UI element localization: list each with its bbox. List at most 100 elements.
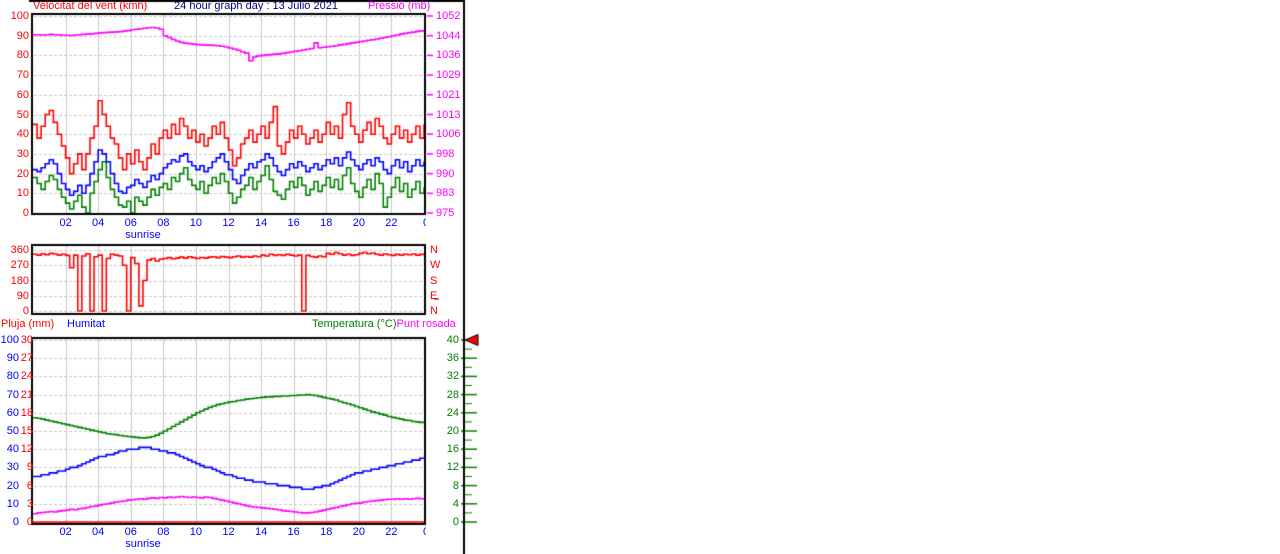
humidity-left-tick: 80 [6, 370, 19, 383]
humidity-left-tick: 0 [12, 516, 19, 528]
humidity-left-tick: 10 [6, 497, 19, 510]
compass-label: N [430, 305, 438, 317]
humidity-left-tick: 40 [6, 443, 19, 456]
humidity-left-tick: 50 [6, 425, 19, 437]
weather-24h-graph-window: Velocitat del vent (kmh) 24 hour graph d… [0, 0, 1280, 554]
rain-left-tick: 15 [20, 425, 33, 437]
direction-left-tick: 90 [16, 289, 29, 302]
sunrise-label: sunrise [125, 538, 161, 550]
clipped-hour-label: 0 [423, 217, 426, 229]
hour-tick-label: 10 [189, 526, 203, 538]
hour-tick-label: 16 [287, 217, 300, 229]
pressure-right-tick: 975 [436, 207, 455, 219]
humidity-left-tick: 60 [6, 406, 19, 419]
hour-tick-label: 04 [92, 526, 105, 538]
rain-left-tick: 18 [20, 406, 33, 419]
direction-left-tick: 270 [10, 259, 29, 272]
pressure-right-tick: 1006 [436, 128, 461, 141]
chart-title: 24 hour graph day : 13 Julio 2021 [174, 0, 338, 12]
pressure-right-tick: 990 [436, 167, 455, 180]
compass-label: S [430, 274, 438, 287]
wind-left-tick: 60 [16, 88, 29, 101]
hour-tick-label: 10 [189, 217, 203, 229]
temp-right-tick: 12 [446, 461, 459, 474]
dewpoint-series-label: Punt rosada [396, 318, 456, 330]
rain-left-tick: 30 [20, 334, 33, 346]
compass-label: E [430, 289, 438, 302]
hour-tick-label: 18 [320, 526, 333, 538]
hour-tick-label: 16 [287, 526, 300, 538]
rain-left-tick: 12 [20, 443, 33, 456]
pressure-right-tick: 1044 [436, 29, 461, 42]
direction-left-tick: 0 [22, 305, 29, 317]
temp-right-tick: 0 [452, 516, 459, 528]
humidity-axis-label: Humitat [67, 318, 105, 330]
hour-tick-label: 06 [124, 217, 137, 229]
hour-tick-label: 22 [385, 217, 398, 229]
direction-left-tick: 360 [10, 244, 29, 256]
hour-tick-label: 20 [352, 526, 365, 538]
direction-left-tick: 180 [10, 274, 29, 287]
hour-tick-label: 14 [254, 526, 268, 538]
humidity-left-tick: 70 [6, 388, 19, 401]
humidity-left-tick: 90 [6, 352, 19, 365]
rain-left-tick: 24 [20, 370, 33, 383]
temp-right-tick: 28 [446, 388, 459, 401]
pressure-right-tick: 1052 [436, 10, 461, 22]
hour-tick-label: 14 [254, 217, 268, 229]
rain-left-tick: 27 [20, 352, 33, 365]
temp-dew-label-row: Temperatura (°C) Punt rosada [312, 318, 456, 330]
wind-left-tick: 100 [10, 10, 29, 22]
pressure-right-tick: 1029 [436, 69, 461, 82]
chart-canvas [0, 0, 1280, 554]
wind-left-tick: 80 [16, 49, 29, 62]
temp-right-tick: 20 [446, 425, 459, 437]
hour-tick-label: 04 [92, 217, 105, 229]
compass-label: N [430, 244, 438, 256]
rain-axis-label: Pluja (mm) [1, 318, 55, 330]
humidity-left-tick: 20 [6, 479, 19, 492]
hour-tick-label: 02 [59, 526, 72, 538]
rain-left-tick: 21 [20, 388, 33, 401]
temp-right-tick: 32 [446, 370, 459, 383]
temp-right-tick: 36 [446, 352, 459, 365]
hour-tick-label: 20 [352, 217, 365, 229]
humidity-left-tick: 30 [6, 461, 19, 474]
hour-tick-label: 22 [385, 526, 398, 538]
hour-tick-label: 06 [124, 526, 137, 538]
pressure-right-tick: 1013 [436, 108, 461, 121]
pressure-axis-label: Pressió (mb) [368, 0, 431, 12]
hour-tick-label: 08 [157, 217, 170, 229]
temp-right-tick: 4 [452, 497, 459, 510]
temp-right-tick: 24 [446, 406, 459, 419]
pressure-right-tick: 1021 [436, 88, 461, 101]
wind-left-tick: 70 [16, 69, 29, 82]
wind-left-tick: 10 [16, 187, 29, 200]
pressure-right-tick: 983 [436, 187, 455, 200]
rain-left-tick: 9 [26, 461, 33, 474]
hour-tick-label: 02 [59, 217, 72, 229]
wind-left-tick: 40 [16, 128, 29, 141]
temperature-axis-label: Temperatura (°C) [312, 318, 397, 330]
temp-right-tick: 40 [446, 334, 459, 346]
wind-left-tick: 0 [22, 207, 29, 219]
wind-axis-label: Velocitat del vent (kmh) [33, 0, 148, 12]
temp-right-tick: 8 [452, 479, 459, 492]
hour-tick-label: 08 [157, 526, 170, 538]
wind-left-tick: 50 [16, 108, 29, 121]
rain-left-tick: 3 [26, 497, 33, 510]
hour-tick-label: 12 [222, 526, 235, 538]
rain-left-tick: 6 [26, 479, 33, 492]
pressure-right-tick: 998 [436, 147, 455, 160]
clipped-hour-label: 0 [423, 526, 426, 538]
wind-left-tick: 30 [16, 147, 29, 160]
wind-left-tick: 90 [16, 29, 29, 42]
sunrise-label: sunrise [125, 229, 161, 241]
hour-tick-label: 18 [320, 217, 333, 229]
pressure-right-tick: 1036 [436, 49, 461, 62]
rain-left-tick: 0 [26, 516, 33, 528]
compass-label: W [430, 259, 441, 272]
hour-tick-label: 12 [222, 217, 235, 229]
humidity-left-tick: 100 [0, 334, 19, 346]
temp-right-tick: 16 [446, 443, 459, 456]
